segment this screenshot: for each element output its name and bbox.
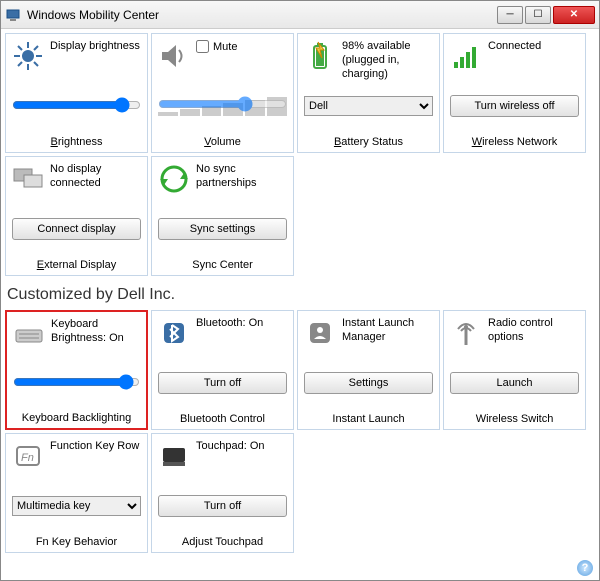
window-title: Windows Mobility Center (27, 8, 497, 22)
bluetooth-icon (158, 317, 190, 349)
external-display-icon (12, 163, 44, 195)
connect-display-button[interactable]: Connect display (12, 218, 141, 240)
bluetooth-footer: Bluetooth Control (158, 409, 287, 425)
power-plan-select[interactable]: Dell (304, 96, 433, 116)
touchpad-toggle-button[interactable]: Turn off (158, 495, 287, 517)
sync-footer: Sync Center (158, 255, 287, 271)
touchpad-label: Touchpad: On (196, 440, 265, 454)
fn-key-icon: Fn (12, 440, 44, 472)
maximize-button[interactable]: ☐ (525, 6, 551, 24)
mute-checkbox[interactable] (196, 40, 209, 53)
tile-brightness: Display brightness Brightness (5, 33, 148, 153)
fn-key-select[interactable]: Multimedia key (12, 496, 141, 516)
custom-section-title: Customized by Dell Inc. (5, 276, 595, 310)
volume-footer: Volume (158, 132, 287, 148)
tile-keyboard-backlighting: Keyboard Brightness: On Keyboard Backlig… (5, 310, 148, 430)
wifi-signal-icon (450, 40, 482, 72)
tile-grid-main: Display brightness Brightness Mute Volum… (5, 33, 595, 276)
tile-grid-dell: Keyboard Brightness: On Keyboard Backlig… (5, 310, 595, 553)
svg-text:Fn: Fn (21, 452, 34, 464)
speaker-icon (158, 40, 190, 72)
bluetooth-label: Bluetooth: On (196, 317, 263, 331)
sync-icon (158, 163, 190, 195)
tile-fn-key: Fn Function Key Row Multimedia key Fn Ke… (5, 433, 148, 553)
wireless-toggle-button[interactable]: Turn wireless off (450, 95, 579, 117)
radio-label: Radio control options (488, 317, 579, 345)
sync-settings-button[interactable]: Sync settings (158, 218, 287, 240)
brightness-label: Display brightness (50, 40, 140, 54)
instant-launch-label: Instant Launch Manager (342, 317, 433, 345)
help-icon[interactable]: ? (577, 560, 593, 576)
touchpad-footer: Adjust Touchpad (158, 532, 287, 548)
tile-wireless: Connected Turn wireless off Wireless Net… (443, 33, 586, 153)
keyboard-icon (13, 318, 45, 350)
brightness-icon (12, 40, 44, 72)
sync-label: No sync partnerships (196, 163, 287, 191)
instant-launch-settings-button[interactable]: Settings (304, 372, 433, 394)
tile-wireless-switch: Radio control options Launch Wireless Sw… (443, 310, 586, 430)
brightness-footer: Brightness (12, 132, 141, 148)
tile-touchpad: Touchpad: On Turn off Adjust Touchpad (151, 433, 294, 553)
wireless-footer: Wireless Network (450, 132, 579, 148)
close-button[interactable]: ✕ (553, 6, 595, 24)
mute-checkbox-label[interactable]: Mute (196, 40, 237, 53)
battery-footer: Battery Status (304, 132, 433, 148)
keyboard-brightness-slider[interactable] (13, 374, 140, 390)
instant-launch-footer: Instant Launch (304, 409, 433, 425)
external-display-footer: External Display (12, 255, 141, 271)
window-buttons: ─ ☐ ✕ (497, 6, 595, 24)
bluetooth-toggle-button[interactable]: Turn off (158, 372, 287, 394)
battery-icon (304, 40, 336, 72)
keyboard-brightness-label: Keyboard Brightness: On (51, 318, 140, 346)
wireless-label: Connected (488, 40, 541, 54)
instant-launch-icon (304, 317, 336, 349)
tile-external-display: No display connected Connect display Ext… (5, 156, 148, 276)
tile-sync-center: No sync partnerships Sync settings Sync … (151, 156, 294, 276)
content-area: Display brightness Brightness Mute Volum… (1, 29, 599, 557)
minimize-button[interactable]: ─ (497, 6, 523, 24)
fn-key-label: Function Key Row (50, 440, 139, 454)
antenna-icon (450, 317, 482, 349)
keyboard-footer: Keyboard Backlighting (13, 408, 140, 424)
tile-bluetooth: Bluetooth: On Turn off Bluetooth Control (151, 310, 294, 430)
mobility-center-window: { "window": { "title": "Windows Mobility… (0, 0, 600, 581)
touchpad-icon (158, 440, 190, 472)
fn-key-footer: Fn Key Behavior (12, 532, 141, 548)
tile-volume: Mute Volume (151, 33, 294, 153)
radio-footer: Wireless Switch (450, 409, 579, 425)
tile-instant-launch: Instant Launch Manager Settings Instant … (297, 310, 440, 430)
tile-battery: 98% available (plugged in, charging) Del… (297, 33, 440, 153)
radio-launch-button[interactable]: Launch (450, 372, 579, 394)
brightness-slider[interactable] (12, 97, 141, 113)
volume-slider[interactable] (158, 96, 287, 112)
battery-status-label: 98% available (plugged in, charging) (342, 40, 433, 81)
titlebar: Windows Mobility Center ─ ☐ ✕ (1, 1, 599, 29)
external-display-label: No display connected (50, 163, 141, 191)
app-icon (5, 7, 21, 23)
